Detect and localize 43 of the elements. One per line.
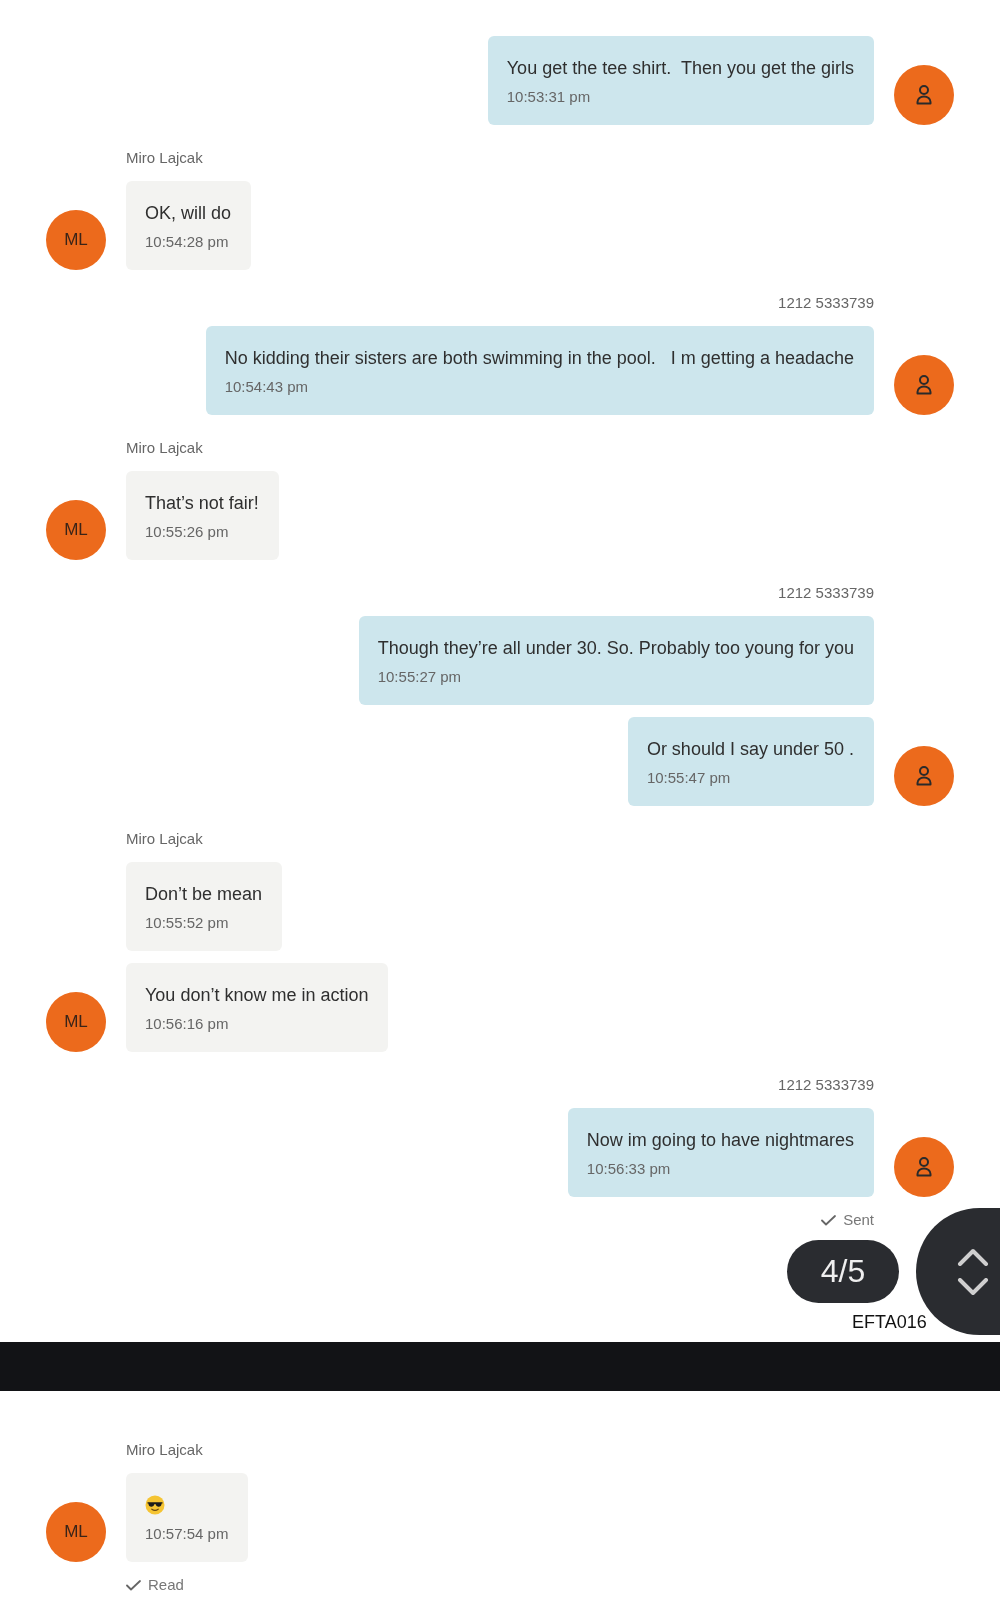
sender-avatar: ML	[46, 210, 106, 270]
chevron-up-icon[interactable]	[957, 1247, 989, 1266]
sender-avatar: ML	[46, 1502, 106, 1562]
sender-name: Miro Lajcak	[126, 1441, 203, 1459]
message-time: 10:56:33 pm	[586, 1159, 672, 1179]
document-id-label: EFTA016	[852, 1311, 927, 1333]
user-avatar-icon	[894, 355, 954, 415]
page-counter: 4/5	[787, 1240, 899, 1303]
sender-name: 1212 5333739	[778, 584, 874, 602]
checkmark-icon	[821, 1214, 837, 1226]
delivery-status: Read	[148, 1575, 184, 1595]
message-text: Though they’re all under 30. So. Probably too young for you	[377, 637, 854, 660]
user-avatar-icon	[894, 65, 954, 125]
message-text: OK, will do	[145, 202, 232, 225]
delivery-status: Sent	[843, 1210, 874, 1230]
message-text: Don’t be mean	[145, 883, 263, 906]
message-text: You don’t know me in action	[145, 984, 369, 1007]
sender-avatar: ML	[46, 992, 106, 1052]
message-time: 10:55:47 pm	[646, 768, 732, 788]
user-avatar-icon	[894, 1137, 954, 1197]
message-time: 10:55:26 pm	[145, 522, 230, 542]
message-time: 10:53:31 pm	[506, 87, 592, 107]
message-text: Now im going to have nightmares	[586, 1129, 854, 1152]
message-time: 10:54:43 pm	[224, 377, 310, 397]
message-time: 10:55:27 pm	[377, 667, 463, 687]
message-text: Or should I say under 50 .	[646, 738, 854, 761]
sender-name: 1212 5333739	[778, 1076, 874, 1094]
message-time: 10:57:54 pm	[145, 1524, 229, 1544]
message-text: No kidding their sisters are both swimming in the pool. I m getting a headache	[224, 347, 854, 370]
sender-name: Miro Lajcak	[126, 830, 203, 848]
sender-avatar: ML	[46, 500, 106, 560]
sender-name: Miro Lajcak	[126, 439, 203, 457]
message-text: That’s not fair!	[145, 492, 259, 515]
message-time: 10:56:16 pm	[145, 1014, 230, 1034]
message-time: 10:54:28 pm	[145, 232, 230, 252]
checkmark-icon	[126, 1579, 141, 1591]
user-avatar-icon	[894, 746, 954, 806]
chevron-down-icon[interactable]	[957, 1277, 989, 1296]
sender-name: Miro Lajcak	[126, 149, 203, 167]
message-text: You get the tee shirt. Then you get the girls	[506, 57, 854, 80]
sunglasses-face-icon	[145, 1495, 165, 1515]
sender-name: 1212 5333739	[778, 294, 874, 312]
message-time: 10:55:52 pm	[145, 913, 230, 933]
